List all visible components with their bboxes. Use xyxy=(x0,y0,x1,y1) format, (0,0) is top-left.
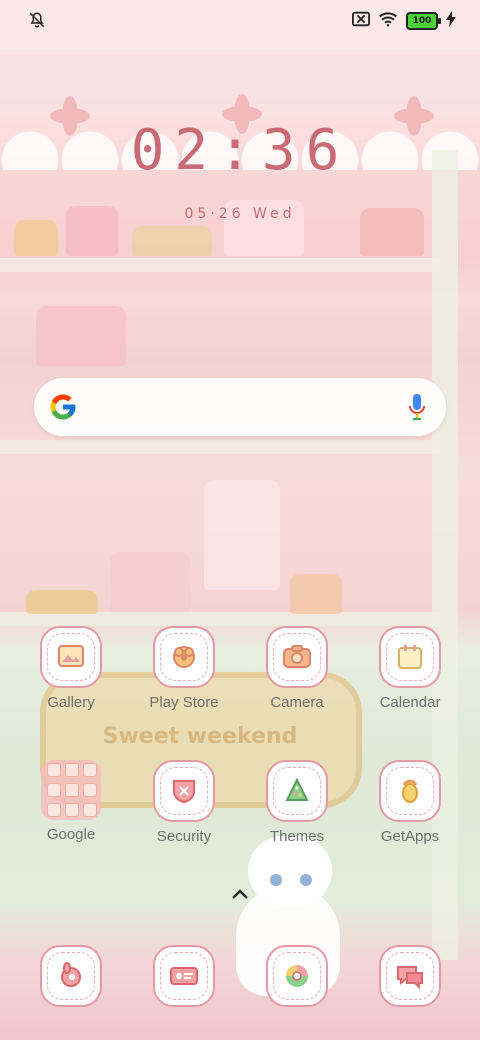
dock-messages[interactable] xyxy=(360,945,460,1007)
app-play-store[interactable]: Play Store xyxy=(134,626,234,711)
app-security[interactable]: Security xyxy=(134,760,234,845)
wallpaper-cake xyxy=(110,552,190,612)
security-icon[interactable] xyxy=(153,760,215,822)
app-label: Google xyxy=(46,826,96,843)
wallpaper-sign-text: Sweet weekend xyxy=(102,724,298,749)
status-icons: 100 xyxy=(352,11,456,31)
phone-icon[interactable] xyxy=(40,945,102,1007)
camera-icon[interactable] xyxy=(266,626,328,688)
browser-icon[interactable] xyxy=(266,945,328,1007)
dock-contacts[interactable] xyxy=(134,945,234,1007)
app-label: Security xyxy=(156,828,212,845)
clock-time[interactable]: 02:36 xyxy=(0,118,480,183)
app-label: Themes xyxy=(269,828,325,845)
app-drawer-chevron-icon[interactable] xyxy=(228,884,252,904)
wifi-icon xyxy=(378,11,398,31)
app-label: Camera xyxy=(270,694,324,711)
messages-icon[interactable] xyxy=(379,945,441,1007)
getapps-icon[interactable] xyxy=(379,760,441,822)
dock-browser[interactable] xyxy=(247,945,347,1007)
google-search-bar[interactable] xyxy=(34,378,446,436)
wallpaper-cake xyxy=(26,590,98,614)
cat-eye xyxy=(300,874,312,886)
wallpaper-shelf xyxy=(0,258,440,272)
folder-app-thumb xyxy=(65,783,79,797)
status-bar: 100 xyxy=(0,0,480,44)
wallpaper-cake xyxy=(14,220,58,256)
google-icon[interactable] xyxy=(48,392,78,422)
app-google-folder[interactable]: Google xyxy=(21,760,121,843)
app-gallery[interactable]: Gallery xyxy=(21,626,121,711)
play-store-icon[interactable] xyxy=(153,626,215,688)
app-label: Calendar xyxy=(379,694,441,711)
microphone-icon[interactable] xyxy=(408,393,426,421)
folder-app-thumb xyxy=(47,783,61,797)
folder-app-thumb xyxy=(83,803,97,817)
folder-app-thumb xyxy=(83,783,97,797)
google-folder-icon[interactable] xyxy=(41,760,101,820)
notifications-off-icon xyxy=(28,11,46,33)
wallpaper-cake xyxy=(290,574,342,614)
cat-eye xyxy=(270,874,282,886)
gallery-icon[interactable] xyxy=(40,626,102,688)
wallpaper-cake xyxy=(204,480,280,590)
charging-icon xyxy=(446,11,456,31)
folder-app-thumb xyxy=(47,803,61,817)
battery-icon: 100 xyxy=(406,12,441,30)
folder-app-thumb xyxy=(65,763,79,777)
calendar-icon[interactable] xyxy=(379,626,441,688)
app-label: GetApps xyxy=(380,828,440,845)
dock-phone[interactable] xyxy=(21,945,121,1007)
app-label: Gallery xyxy=(47,694,95,711)
cat-head xyxy=(248,836,332,906)
clock-date[interactable]: 05·26 Wed xyxy=(0,206,480,222)
folder-app-thumb xyxy=(65,803,79,817)
app-themes[interactable]: Themes xyxy=(247,760,347,845)
app-camera[interactable]: Camera xyxy=(247,626,347,711)
contacts-icon[interactable] xyxy=(153,945,215,1007)
wallpaper-shelf xyxy=(0,612,440,626)
app-getapps[interactable]: GetApps xyxy=(360,760,460,845)
app-label: Play Store xyxy=(149,694,219,711)
folder-app-thumb xyxy=(47,763,61,777)
themes-icon[interactable] xyxy=(266,760,328,822)
wallpaper-cake xyxy=(36,306,126,366)
folder-app-thumb xyxy=(83,763,97,777)
app-calendar[interactable]: Calendar xyxy=(360,626,460,711)
wallpaper-shelf xyxy=(0,440,440,454)
wallpaper-cake xyxy=(132,226,212,256)
sim-off-icon xyxy=(352,11,370,31)
